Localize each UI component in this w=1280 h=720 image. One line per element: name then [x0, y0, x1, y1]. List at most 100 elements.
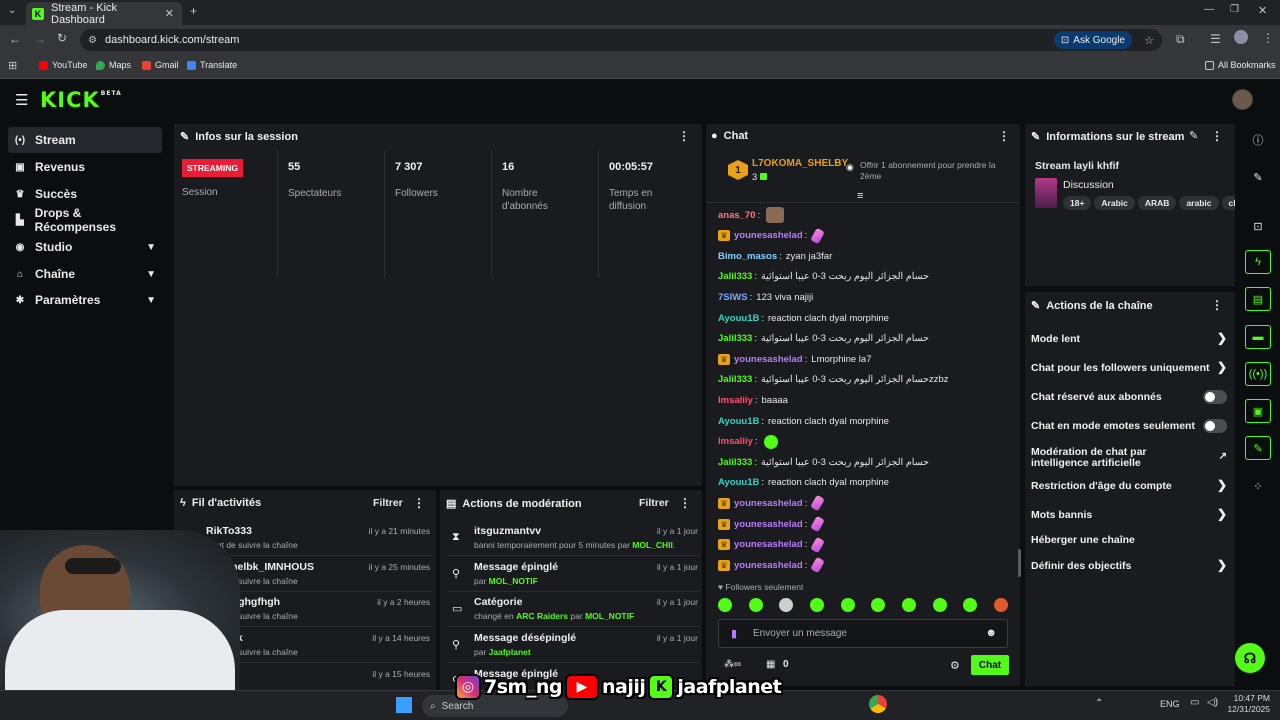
microphone-icon[interactable]: ▮ [731, 627, 737, 640]
desc-user[interactable]: MOL_NOTIF [489, 576, 538, 586]
emote-icon[interactable] [748, 598, 763, 612]
chat-username[interactable]: Bimo_masos [718, 251, 777, 262]
bookmark-youtube[interactable]: YouTube [39, 60, 87, 70]
activity-filter-button[interactable]: Filtrer [373, 497, 403, 509]
emote-icon[interactable] [901, 598, 916, 612]
action-age-restriction[interactable]: Restriction d'âge du compte ❯ [1031, 479, 1227, 492]
chat-username[interactable]: Ayouu1B [718, 416, 759, 427]
broadcast-icon[interactable]: ((•)) [1245, 362, 1271, 386]
moderation-title-text[interactable]: itsguzmantvv [474, 525, 541, 537]
top-gifter-name[interactable]: L7OKOMA_SHELBY [752, 158, 848, 169]
desc-user[interactable]: Jaafplanet [489, 647, 531, 657]
action-set-goals[interactable]: Définir des objectifs ❯ [1031, 559, 1227, 572]
bookmark-gmail[interactable]: Gmail [142, 60, 179, 70]
chat-settings-icon[interactable]: ⚙ [950, 659, 960, 672]
forward-icon[interactable]: → [34, 32, 46, 46]
focus-icon[interactable]: ⊡ [1245, 214, 1271, 238]
network-icon[interactable]: ▭ [1190, 697, 1199, 708]
all-bookmarks[interactable]: All Bookmarks [1205, 60, 1276, 70]
action-ai-moderation[interactable]: Modération de chat par intelligence arti… [1031, 447, 1227, 469]
collapse-icon[interactable]: ≡ [857, 190, 863, 202]
action-host-channel[interactable]: Héberger une chaîne [1031, 535, 1227, 546]
lightning-icon[interactable]: ϟ [1245, 250, 1271, 274]
emote-icon[interactable] [963, 598, 978, 612]
emote-icon[interactable] [718, 598, 732, 612]
sidebar-item-drops[interactable]: ▙ Drops & Récompenses [8, 206, 162, 234]
send-chat-button[interactable]: Chat [971, 655, 1009, 675]
chat-username[interactable]: Ayouu1B [718, 313, 759, 324]
reload-icon[interactable]: ↻ [57, 31, 67, 45]
volume-icon[interactable]: ◁) [1207, 697, 1218, 708]
maximize-icon[interactable]: ❐ [1230, 4, 1239, 15]
kick-logo[interactable]: KICKBETA [40, 88, 122, 112]
more-options-icon[interactable]: ⋮ [1211, 129, 1223, 143]
emote-icon[interactable] [809, 598, 824, 612]
action-mode-lent[interactable]: Mode lent ❯ [1031, 332, 1227, 345]
moderation-filter-button[interactable]: Filtrer [639, 497, 669, 509]
browser-tab[interactable]: K Stream - Kick Dashboard ✕ [26, 2, 182, 26]
close-window-icon[interactable]: ✕ [1258, 4, 1267, 17]
more-options-icon[interactable]: ⋮ [679, 496, 691, 510]
tab-search-icon[interactable]: ⌄ [8, 5, 16, 16]
bookmark-star-icon[interactable]: ☆ [1144, 34, 1154, 47]
back-icon[interactable]: ← [9, 32, 21, 46]
chat-scrollbar[interactable] [1018, 549, 1021, 577]
chat-username[interactable]: Jalil333 [718, 457, 752, 468]
chat-input-field[interactable]: ▮ Envoyer un message ☻ [718, 619, 1008, 648]
language-indicator[interactable]: ENG [1160, 699, 1180, 709]
more-options-icon[interactable]: ⋮ [678, 129, 690, 143]
hamburger-menu-icon[interactable]: ☰ [15, 91, 28, 109]
stream-category[interactable]: Discussion [1063, 179, 1114, 191]
wrench-icon[interactable]: ✎ [1245, 436, 1271, 460]
tray-chevron-icon[interactable]: ⌃ [1095, 698, 1103, 709]
sidebar-item-parametres[interactable]: ✱ Paramètres ▼ [8, 287, 162, 313]
emote-icon[interactable] [779, 598, 794, 612]
new-tab-icon[interactable]: + [190, 4, 197, 18]
info-icon[interactable]: ⓘ [1245, 128, 1271, 152]
gift-offer-text[interactable]: Offrir 1 abonnement pour prendre la 2ème [860, 160, 1006, 182]
clips-icon[interactable]: ▣ [1245, 399, 1271, 423]
more-options-icon[interactable]: ⋮ [1211, 298, 1223, 312]
emote-icon[interactable] [932, 598, 947, 612]
action-followers-only[interactable]: Chat pour les followers uniquement ❯ [1031, 361, 1227, 374]
chrome-taskbar-icon[interactable] [869, 695, 887, 713]
minimize-icon[interactable]: — [1204, 4, 1214, 15]
support-headset-icon[interactable]: ☊ [1235, 643, 1265, 673]
moderation-title-text[interactable]: Message désépinglé [474, 632, 576, 644]
chat-username[interactable]: anas_70 [718, 210, 756, 221]
more-options-icon[interactable]: ⋮ [998, 129, 1010, 143]
desc-user[interactable]: MOL_NOTIF [585, 611, 634, 621]
windows-start-icon[interactable] [396, 697, 412, 713]
chat-username[interactable]: younesashelad [734, 498, 803, 509]
document-icon[interactable]: ▤ [1245, 287, 1271, 311]
action-banned-words[interactable]: Mots bannis ❯ [1031, 508, 1227, 521]
sidebar-item-chaine[interactable]: ⌂ Chaîne ▼ [8, 261, 162, 287]
chat-username[interactable]: younesashelad [734, 230, 803, 241]
moderation-title-text[interactable]: Catégorie [474, 596, 522, 608]
ask-google-button[interactable]: ⊡ Ask Google [1053, 31, 1132, 49]
activity-user[interactable]: RikTo333 [206, 525, 252, 537]
chat-username[interactable]: Ayouu1B [718, 477, 759, 488]
chat-username[interactable]: lmsaliiy [718, 395, 753, 406]
chrome-menu-icon[interactable]: ⋮ [1262, 31, 1274, 45]
close-tab-icon[interactable]: ✕ [165, 7, 174, 20]
reading-list-icon[interactable]: ☰ [1210, 32, 1221, 46]
add-widget-icon[interactable]: ⁘ [1245, 474, 1271, 498]
site-info-icon[interactable]: ⚙ [88, 35, 97, 46]
sidebar-item-stream[interactable]: (•) Stream [8, 127, 162, 153]
chat-username[interactable]: younesashelad [734, 539, 803, 550]
desc-category[interactable]: ARC Raiders [516, 611, 568, 621]
chat-username[interactable]: Jalil333 [718, 333, 752, 344]
more-options-icon[interactable]: ⋮ [413, 496, 425, 510]
emote-icon[interactable] [840, 598, 855, 612]
taskbar-clock[interactable]: 10:47 PM 12/31/2025 [1224, 693, 1270, 715]
subscribers-only-toggle[interactable] [1203, 390, 1227, 404]
apps-grid-icon[interactable]: ⊞ [8, 59, 17, 72]
sidebar-item-succes[interactable]: ♛ Succès [8, 181, 162, 207]
emoji-picker-icon[interactable]: ☻ [985, 627, 997, 639]
moderation-title-text[interactable]: Message épinglé [474, 561, 558, 573]
omnibox[interactable]: ⚙ dashboard.kick.com/stream ⊡ Ask Google … [80, 29, 1162, 51]
chat-username[interactable]: younesashelad [734, 354, 803, 365]
chat-username[interactable]: Jalil333 [718, 374, 752, 385]
extensions-icon[interactable]: ⧉ [1176, 32, 1185, 47]
